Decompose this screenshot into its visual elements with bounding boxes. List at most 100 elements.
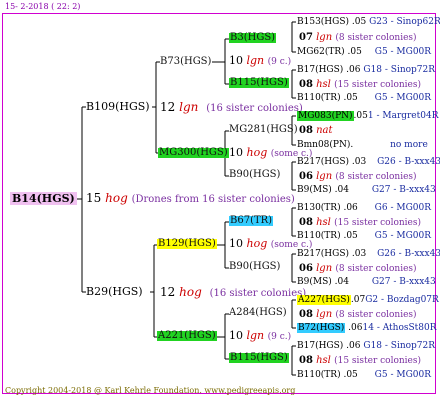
gen2-name-3[interactable]: A221(HGS) [157,331,217,341]
gen4-info-7: G27 - B-xxx43 [371,185,436,195]
gen4-row-4: MG083(PN).051 - Margret04R [297,111,438,121]
gen1-word-1: hog [179,285,202,299]
gen2-word-0: lgn [246,54,265,67]
gen3-gen-7: 08 hsl (15 sister colonies) [299,356,421,366]
gen4-year-0: .05 [351,17,367,27]
gen4-name-7[interactable]: B9(MS) [297,185,332,195]
gen2-gen-0: 10 lgn (9 c.) [229,55,291,67]
gen4-year-9: .05 [343,231,358,241]
gen4-row-5: Bmn08(PN). no more [297,141,428,150]
pedigree-page: { "header_date": "15- 2-2018 ( 22: 2)", … [0,0,440,400]
gen3-word-6: lgn [316,309,333,320]
root-gen: 15 hog (Drones from 16 sister colonies) [86,192,295,205]
gen4-row-7: B9(MS) .04 G27 - B-xxx43 [297,186,436,195]
gen3-name-3[interactable]: B90(HGS) [229,170,280,180]
gen3-word-2: nat [316,125,333,136]
gen3-note-7: (15 sister colonies) [334,356,422,366]
gen2-note-0: (9 c.) [267,57,292,67]
gen1-gen-0: 12 lgn (16 sister colonies) [160,101,303,114]
gen3-note-3: (8 sister colonies) [335,172,417,182]
gen4-row-2: B17(HGS) .06 G18 - Sinop72R [297,66,435,75]
gen2-num-3: 10 [229,329,243,342]
gen2-name-0[interactable]: B73(HGS) [160,57,211,67]
gen4-row-3: B110(TR) .05 G5 - MG00R [297,94,431,103]
gen3-name-0[interactable]: B3(HGS) [229,33,277,43]
gen4-name-15[interactable]: B110(TR) [297,370,341,380]
gen3-gen-5: 06 lgn (8 sister colonies) [299,264,417,274]
gen4-info-3: G5 - MG00R [374,93,431,103]
gen3-num-4: 08 [299,217,313,228]
gen4-name-5[interactable]: Bmn08(PN) [297,140,350,150]
gen4-year-14: .06 [346,341,361,351]
gen4-name-13[interactable]: B72(HGS) [297,323,346,333]
gen4-year-15: .05 [343,370,358,380]
gen4-name-6[interactable]: B217(HGS) [297,157,349,167]
gen4-info-0: G23 - Sinop62R [369,17,440,27]
gen3-note-1: (15 sister colonies) [334,80,422,90]
gen4-year-13: .06 [348,323,363,333]
gen4-year-2: .06 [346,65,361,75]
gen4-name-2[interactable]: B17(HGS) [297,65,343,75]
gen3-gen-2: 08 nat [299,126,333,136]
gen2-word-1: hog [246,146,268,159]
root-note: (Drones from 16 sister colonies) [131,194,295,205]
gen4-info-12: G2 - Bozdag07R [365,295,439,305]
gen2-name-2[interactable]: B129(HGS) [157,239,217,249]
gen3-word-1: hsl [316,79,331,90]
gen4-name-1[interactable]: MG62(TR) [297,47,345,57]
gen2-word-2: hog [246,237,268,250]
gen4-name-3[interactable]: B110(TR) [297,93,341,103]
gen2-num-2: 10 [229,237,243,250]
gen1-note-1: (16 sister colonies) [209,288,307,299]
gen3-name-4[interactable]: B67(TR) [229,216,274,226]
gen3-gen-3: 06 lgn (8 sister colonies) [299,172,417,182]
gen3-name-6[interactable]: A284(HGS) [229,308,287,318]
gen3-name-5[interactable]: B90(HGS) [229,262,280,272]
gen1-num-0: 12 [160,100,176,114]
gen3-num-6: 08 [299,309,313,320]
gen4-year-12: .07 [350,295,366,305]
gen4-name-0[interactable]: B153(HGS) [297,17,349,27]
gen2-name-1[interactable]: MG300(HGS) [158,148,229,158]
gen1-name-1[interactable]: B29(HGS) [86,286,143,297]
gen4-name-14[interactable]: B17(HGS) [297,341,343,351]
gen4-name-8[interactable]: B130(TR) [297,203,341,213]
gen4-info-10: G26 - B-xxx43 [377,249,440,259]
gen4-row-0: B153(HGS) .05 G23 - Sinop62R [297,18,440,27]
gen3-num-2: 08 [299,125,313,136]
gen4-name-4[interactable]: MG083(PN) [297,111,354,121]
gen3-note-4: (15 sister colonies) [334,218,422,228]
gen3-name-2[interactable]: MG281(HGS) [229,125,298,135]
gen4-row-14: B17(HGS) .06 G18 - Sinop72R [297,342,435,351]
gen4-row-13: B72(HGS) .0614 - AthosSt80R [297,323,437,333]
gen4-info-15: G5 - MG00R [374,370,431,380]
gen4-info-6: G26 - B-xxx43 [377,157,440,167]
gen2-num-0: 10 [229,54,243,67]
gen4-row-6: B217(HGS) .03 G26 - B-xxx43 [297,158,440,167]
root-gen-num: 15 [86,191,102,205]
gen3-num-7: 08 [299,355,313,366]
gen3-name-1[interactable]: B115(HGS) [229,78,289,88]
gen4-row-1: MG62(TR) .05 G5 - MG00R [297,48,431,57]
header-date: 15- 2-2018 ( 22: 2) [5,2,81,11]
gen3-word-0: lgn [316,32,333,43]
gen4-name-10[interactable]: B217(HGS) [297,249,349,259]
gen4-name-12[interactable]: A227(HGS) [297,295,351,305]
gen3-word-3: lgn [316,171,333,182]
gen1-note-0: (16 sister colonies) [206,103,303,114]
gen4-name-11[interactable]: B9(MS) [297,277,332,287]
gen3-word-4: hsl [316,217,331,228]
gen2-word-3: lgn [246,329,265,342]
gen3-gen-0: 07 lgn (8 sister colonies) [299,33,417,43]
gen4-year-11: .04 [334,277,349,287]
gen4-row-8: B130(TR) .06 G6 - MG00R [297,204,431,213]
gen3-name-7[interactable]: B115(HGS) [229,353,289,363]
gen4-year-3: .05 [343,93,358,103]
gen2-note-3: (9 c.) [267,332,292,342]
root-name[interactable]: B14(HGS) [10,192,77,205]
gen4-name-9[interactable]: B110(TR) [297,231,341,241]
gen3-num-0: 07 [299,32,313,43]
gen3-num-3: 06 [299,171,313,182]
gen3-word-5: lgn [316,263,333,274]
gen1-name-0[interactable]: B109(HGS) [86,101,150,112]
